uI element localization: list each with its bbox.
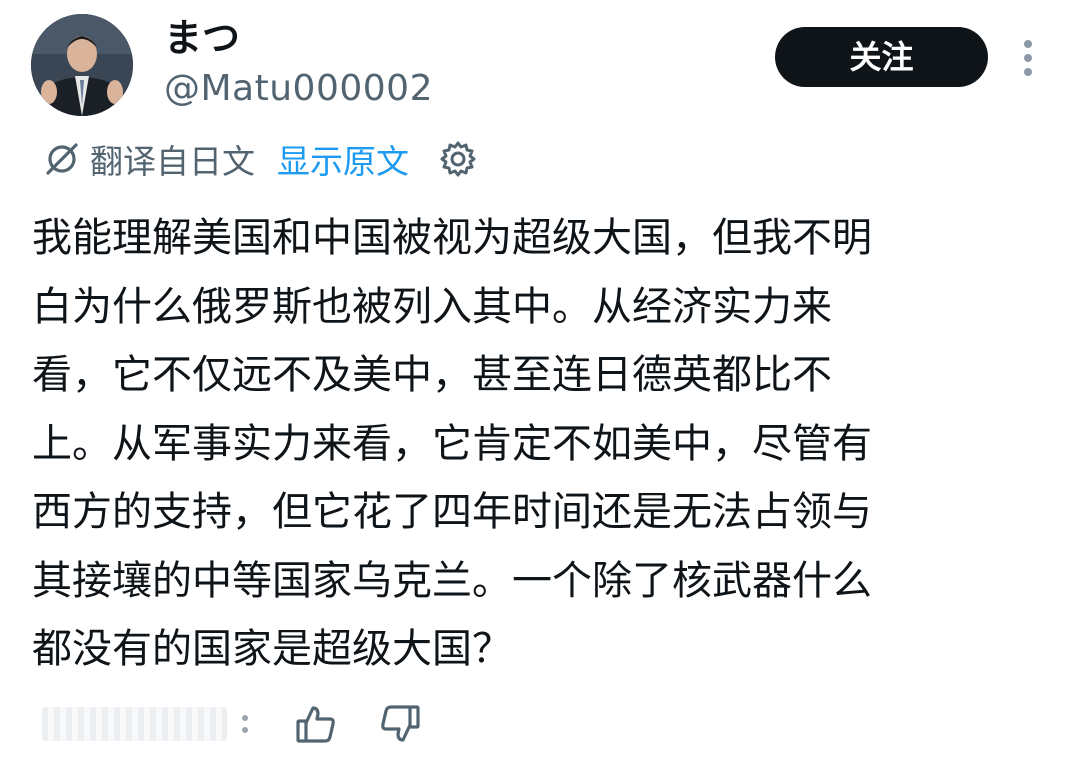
author-handle[interactable]: @Matu000002 bbox=[164, 66, 433, 112]
post-text-line: 都没有的国家是超级大国？ bbox=[32, 626, 512, 672]
thumbs-down-icon[interactable] bbox=[379, 703, 421, 745]
show-original-link[interactable]: 显示原文 bbox=[277, 135, 409, 183]
post-text-line: 看，它不仅远不及美中，甚至连日德英都比不 bbox=[32, 352, 832, 398]
translation-source-label: 翻译自日文 bbox=[90, 142, 255, 181]
obscured-stats bbox=[42, 707, 227, 741]
post-text-line: 西方的支持，但它花了四年时间还是无法占领与 bbox=[32, 489, 872, 535]
post-text-line: 白为什么俄罗斯也被列入其中。从经济实力来 bbox=[32, 283, 832, 330]
avatar-image bbox=[31, 14, 133, 116]
thumbs-up-icon[interactable] bbox=[295, 703, 337, 745]
translate-icon bbox=[46, 143, 78, 175]
post-text-line: 其接壤的中等国家乌克兰。一个除了核武器什么 bbox=[32, 557, 872, 604]
avatar[interactable] bbox=[31, 14, 133, 116]
translation-bar: 翻译自日文 显示原文 bbox=[44, 134, 477, 184]
author-display-name[interactable]: まつ bbox=[164, 14, 240, 62]
post-text-line: 上。从军事实力来看，它肯定不如美中，尽管有 bbox=[32, 420, 872, 467]
more-vertical-icon[interactable] bbox=[1016, 38, 1040, 78]
separator-dots-icon bbox=[242, 715, 248, 733]
post-action-bar bbox=[42, 696, 421, 752]
follow-button[interactable]: 关注 bbox=[775, 27, 988, 87]
post-text-line: 我能理解美国和中国被视为超级大国，但我不明 bbox=[32, 215, 872, 261]
post-text: 我能理解美国和中国被视为超级大国，但我不明 白为什么俄罗斯也被列入其中。从经济实… bbox=[32, 204, 1052, 684]
gear-icon[interactable] bbox=[439, 140, 477, 178]
